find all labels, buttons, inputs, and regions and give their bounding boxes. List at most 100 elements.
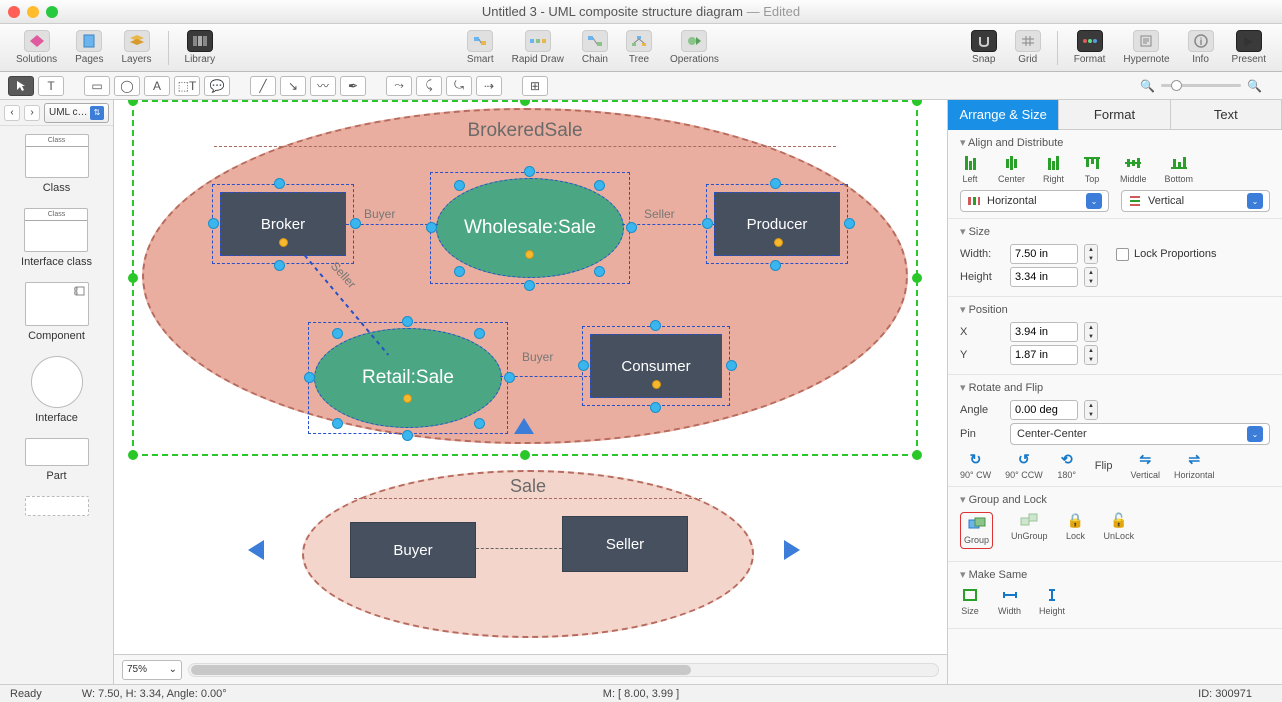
select-tool[interactable] xyxy=(8,76,34,96)
nav-back-button[interactable]: ‹ xyxy=(4,105,20,121)
flip-horizontal-button[interactable]: ⇌Horizontal xyxy=(1174,451,1215,480)
callout-tool[interactable]: ⬚T xyxy=(174,76,200,96)
canvas[interactable]: BrokeredSale Broker Wholesale:Sale Produ… xyxy=(114,100,947,684)
zoom-select[interactable]: 75%⌄ xyxy=(122,660,182,680)
window-title: Untitled 3 - UML composite structure dia… xyxy=(0,4,1282,19)
hypernote-button[interactable]: Hypernote xyxy=(1117,28,1175,67)
arrow-tool[interactable]: ↘ xyxy=(280,76,306,96)
titlebar: Untitled 3 - UML composite structure dia… xyxy=(0,0,1282,24)
section-group[interactable]: Group and Lock xyxy=(960,493,1270,506)
y-stepper[interactable]: ▲▼ xyxy=(1084,345,1098,365)
present-button[interactable]: ▶Present xyxy=(1226,28,1272,67)
align-middle-button[interactable]: Middle xyxy=(1120,155,1147,184)
y-input[interactable] xyxy=(1010,345,1078,365)
width-input[interactable] xyxy=(1010,244,1078,264)
shape-interface[interactable]: Interface xyxy=(31,356,83,424)
seller-node[interactable]: Seller xyxy=(562,516,688,572)
section-align[interactable]: Align and Distribute xyxy=(960,136,1270,149)
group-button[interactable]: Group xyxy=(960,512,993,549)
lock-button[interactable]: 🔒Lock xyxy=(1066,512,1086,549)
section-rotate[interactable]: Rotate and Flip xyxy=(960,381,1270,394)
connector-round-tool[interactable]: ⤿ xyxy=(446,76,472,96)
x-stepper[interactable]: ▲▼ xyxy=(1084,322,1098,342)
insert-tool[interactable]: ⊞ xyxy=(522,76,548,96)
zoom-slider[interactable] xyxy=(1161,84,1241,87)
shape-more[interactable] xyxy=(25,496,89,516)
rotate-180-button[interactable]: ⟲180° xyxy=(1057,451,1077,480)
seller-label-1: Seller xyxy=(644,207,675,221)
align-center-button[interactable]: Center xyxy=(998,155,1025,184)
pen-tool[interactable]: ✒ xyxy=(340,76,366,96)
height-input[interactable] xyxy=(1010,267,1078,287)
rect-tool[interactable]: ▭ xyxy=(84,76,110,96)
library-selector[interactable]: UML c…⇅ xyxy=(44,103,109,123)
connector-tool[interactable]: ⤳ xyxy=(386,76,412,96)
distribute-horizontal-select[interactable]: Horizontal⌄ xyxy=(960,190,1109,212)
format-button[interactable]: Format xyxy=(1068,28,1112,67)
height-stepper[interactable]: ▲▼ xyxy=(1084,267,1098,287)
wholesale-node[interactable]: Wholesale:Sale xyxy=(436,178,624,278)
text-tool[interactable]: T xyxy=(38,76,64,96)
section-size[interactable]: Size xyxy=(960,225,1270,238)
angle-input[interactable] xyxy=(1010,400,1078,420)
nav-forward-button[interactable]: › xyxy=(24,105,40,121)
angle-stepper[interactable]: ▲▼ xyxy=(1084,400,1098,420)
align-bottom-button[interactable]: Bottom xyxy=(1165,155,1194,184)
section-position[interactable]: Position xyxy=(960,303,1270,316)
retail-node[interactable]: Retail:Sale xyxy=(314,328,502,428)
library-button[interactable]: Library xyxy=(179,28,222,67)
shapes-panel: ‹ › UML c…⇅ Class Class Class Interface … xyxy=(0,100,114,684)
tab-text[interactable]: Text xyxy=(1171,100,1282,130)
sale-title: Sale xyxy=(304,476,752,497)
canvas-footer: 75%⌄ xyxy=(114,654,947,684)
tree-button[interactable]: Tree xyxy=(620,28,658,67)
rotate-cw-button[interactable]: ↻90° CW xyxy=(960,451,991,480)
text-box-tool[interactable]: A xyxy=(144,76,170,96)
line-tool[interactable]: ╱ xyxy=(250,76,276,96)
edited-indicator: — Edited xyxy=(743,4,800,19)
same-width-button[interactable]: Width xyxy=(998,587,1021,616)
ungroup-button[interactable]: UnGroup xyxy=(1011,512,1048,549)
spline-tool[interactable]: 〰 xyxy=(310,76,336,96)
section-make-same[interactable]: Make Same xyxy=(960,568,1270,581)
horizontal-scrollbar[interactable] xyxy=(188,663,939,677)
inspector-panel: Arrange & Size Format Text Align and Dis… xyxy=(947,100,1282,684)
align-left-button[interactable]: Left xyxy=(960,155,980,184)
pages-button[interactable]: Pages xyxy=(69,28,109,67)
rapid-draw-button[interactable]: Rapid Draw xyxy=(506,28,570,67)
connector-smart-tool[interactable]: ⇢ xyxy=(476,76,502,96)
lock-proportions-checkbox[interactable]: Lock Proportions xyxy=(1116,248,1217,261)
same-size-button[interactable]: Size xyxy=(960,587,980,616)
shape-component[interactable]: Component xyxy=(25,282,89,342)
smart-button[interactable]: Smart xyxy=(461,28,500,67)
grid-button[interactable]: Grid xyxy=(1009,28,1047,67)
tab-arrange-size[interactable]: Arrange & Size xyxy=(948,100,1059,130)
distribute-vertical-select[interactable]: Vertical⌄ xyxy=(1121,190,1270,212)
info-button[interactable]: iInfo xyxy=(1182,28,1220,67)
ellipse-tool[interactable]: ◯ xyxy=(114,76,140,96)
flip-vertical-button[interactable]: ⇋Vertical xyxy=(1130,451,1160,480)
layers-button[interactable]: Layers xyxy=(116,28,158,67)
x-input[interactable] xyxy=(1010,322,1078,342)
comment-tool[interactable]: 💬 xyxy=(204,76,230,96)
align-top-button[interactable]: Top xyxy=(1082,155,1102,184)
shape-part[interactable]: Part xyxy=(25,438,89,482)
width-stepper[interactable]: ▲▼ xyxy=(1084,244,1098,264)
snap-button[interactable]: Snap xyxy=(965,28,1003,67)
touch-height-button[interactable]: Height xyxy=(1039,587,1065,616)
unlock-button[interactable]: 🔓UnLock xyxy=(1104,512,1135,549)
shape-class[interactable]: Class Class xyxy=(25,134,89,194)
zoom-in-icon[interactable]: 🔍 xyxy=(1247,79,1262,93)
pin-select[interactable]: Center-Center⌄ xyxy=(1010,423,1270,445)
zoom-out-icon[interactable]: 🔍 xyxy=(1140,79,1155,93)
operations-button[interactable]: Operations xyxy=(664,28,725,67)
brokered-title: BrokeredSale xyxy=(144,120,906,142)
chain-button[interactable]: Chain xyxy=(576,28,614,67)
shape-interface-class[interactable]: Class Interface class xyxy=(21,208,92,268)
tab-format[interactable]: Format xyxy=(1059,100,1170,130)
connector-arc-tool[interactable]: ⤹ xyxy=(416,76,442,96)
rotate-ccw-button[interactable]: ↺90° CCW xyxy=(1005,451,1043,480)
solutions-button[interactable]: Solutions xyxy=(10,28,63,67)
align-right-button[interactable]: Right xyxy=(1043,155,1064,184)
buyer-node[interactable]: Buyer xyxy=(350,522,476,578)
